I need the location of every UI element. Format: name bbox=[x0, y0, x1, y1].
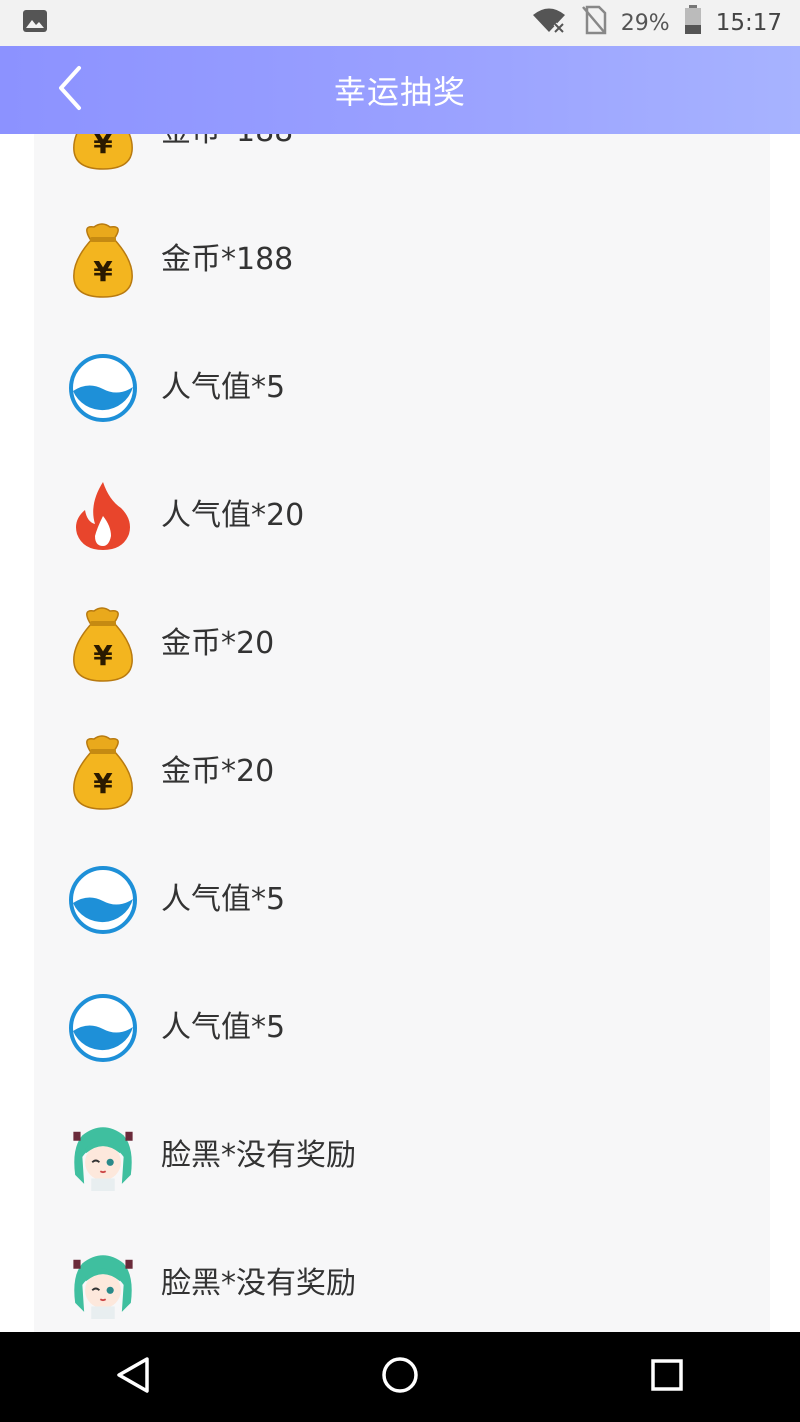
reward-list-item: 人气值*5 bbox=[34, 324, 770, 452]
money-bag-icon: ¥ bbox=[68, 223, 138, 298]
wifi-icon bbox=[531, 6, 567, 40]
reward-list-item: 脸黑*没有奖励 bbox=[34, 1220, 770, 1332]
reward-list-item: 人气值*20 bbox=[34, 452, 770, 580]
reward-list-item: 人气值*5 bbox=[34, 836, 770, 964]
svg-text:¥: ¥ bbox=[93, 134, 113, 160]
reward-label: 人气值*5 bbox=[161, 370, 286, 405]
reward-label: 脸黑*没有奖励 bbox=[161, 1138, 356, 1173]
reward-list-item: 人气值*5 bbox=[34, 964, 770, 1092]
reward-list-item: 脸黑*没有奖励 bbox=[34, 1092, 770, 1220]
nav-home-button[interactable] bbox=[360, 1337, 440, 1417]
svg-text:¥: ¥ bbox=[93, 639, 113, 672]
water-drop-icon bbox=[68, 865, 138, 935]
reward-list-item: ¥ 金币*188 bbox=[34, 134, 770, 196]
home-circle-icon bbox=[380, 1355, 420, 1399]
reward-label: 金币*20 bbox=[161, 626, 275, 661]
water-drop-icon bbox=[68, 993, 138, 1063]
reward-label: 人气值*5 bbox=[161, 1010, 286, 1045]
no-sim-icon bbox=[581, 5, 607, 41]
back-arrow-icon bbox=[55, 65, 85, 115]
svg-text:¥: ¥ bbox=[93, 767, 113, 800]
reward-list-item: ¥ 金币*20 bbox=[34, 708, 770, 836]
reward-list-panel: ¥ 金币*188 ¥ 金币*188 人气值*5 人气值*20 ¥ 金币*20 ¥ 金币*20 人气值… bbox=[34, 134, 770, 1332]
water-drop-icon bbox=[68, 353, 138, 423]
reward-label: 脸黑*没有奖励 bbox=[161, 1266, 356, 1301]
status-bar: 29% 15:17 bbox=[0, 0, 800, 46]
reward-label: 金币*188 bbox=[161, 242, 294, 277]
reward-label: 金币*20 bbox=[161, 754, 275, 789]
nav-recents-button[interactable] bbox=[627, 1337, 707, 1417]
reward-list-item: ¥ 金币*188 bbox=[34, 196, 770, 324]
svg-text:¥: ¥ bbox=[93, 255, 113, 288]
battery-percent: 29% bbox=[620, 10, 670, 36]
image-icon bbox=[22, 9, 48, 37]
reward-label: 人气值*5 bbox=[161, 882, 286, 917]
recents-square-icon bbox=[649, 1357, 685, 1397]
back-button[interactable] bbox=[40, 60, 100, 120]
fire-icon bbox=[68, 481, 138, 551]
reward-list: ¥ 金币*188 ¥ 金币*188 人气值*5 人气值*20 ¥ 金币*20 ¥ 金币*20 人气值… bbox=[34, 134, 770, 1332]
reward-label: 人气值*20 bbox=[161, 498, 305, 533]
page-title: 幸运抽奖 bbox=[333, 73, 466, 111]
reward-list-item: ¥ 金币*20 bbox=[34, 580, 770, 708]
money-bag-icon: ¥ bbox=[68, 134, 138, 170]
back-triangle-icon bbox=[115, 1356, 151, 1398]
reward-history-scroll[interactable]: ¥ 金币*188 ¥ 金币*188 人气值*5 人气值*20 ¥ 金币*20 ¥ 金币*20 人气值… bbox=[0, 134, 800, 1332]
reward-label: 金币*188 bbox=[161, 134, 293, 152]
app-header: 幸运抽奖 bbox=[0, 46, 800, 134]
nav-back-button[interactable] bbox=[93, 1337, 173, 1417]
money-bag-icon: ¥ bbox=[68, 607, 138, 682]
anime-avatar-icon bbox=[68, 1121, 138, 1191]
system-nav-bar bbox=[0, 1332, 800, 1422]
money-bag-icon: ¥ bbox=[68, 735, 138, 810]
battery-icon bbox=[684, 5, 702, 41]
anime-avatar-icon bbox=[68, 1249, 138, 1319]
clock: 15:17 bbox=[715, 10, 782, 36]
